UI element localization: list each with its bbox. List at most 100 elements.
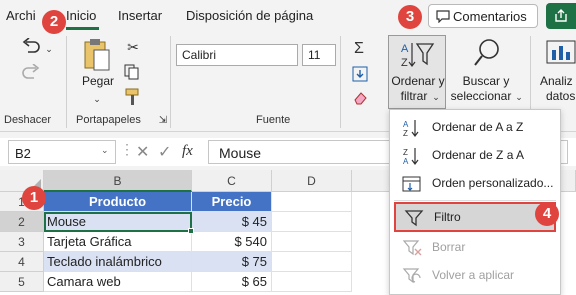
fill-icon[interactable] — [352, 66, 368, 82]
group-label-undo: Deshacer — [4, 114, 52, 126]
comments-button[interactable]: Comentarios — [428, 4, 538, 28]
menu-item-sort-za[interactable]: Z A Ordenar de Z a A — [394, 142, 556, 170]
redo-icon — [22, 64, 40, 79]
row-header[interactable]: 4 — [0, 252, 44, 272]
table-cell-producto[interactable]: Mouse — [44, 212, 192, 232]
sort-za-icon: Z A — [403, 148, 419, 165]
svg-text:Z: Z — [401, 57, 408, 69]
tab-insertar[interactable]: Insertar — [118, 8, 162, 23]
row-header[interactable]: 5 — [0, 272, 44, 292]
menu-item-sort-az[interactable]: A Z Ordenar de A a Z — [394, 114, 556, 142]
group-separator — [66, 36, 67, 128]
svg-text:A: A — [403, 157, 409, 165]
find-label-1[interactable]: Buscar y — [456, 74, 516, 88]
undo-dropdown-icon[interactable]: ⌄ — [40, 40, 58, 58]
group-separator — [340, 36, 341, 128]
copy-icon[interactable] — [124, 64, 140, 80]
analyze-label-2[interactable]: datos — [546, 89, 575, 103]
reapply-icon — [402, 268, 421, 284]
menu-item-label: Ordenar de A a Z — [432, 120, 524, 134]
group-separator — [170, 36, 171, 128]
active-tab-indicator — [66, 27, 99, 30]
paste-icon[interactable] — [82, 38, 112, 72]
callout-badge-3: 3 — [398, 5, 422, 29]
menu-item-label: Filtro — [434, 210, 461, 224]
fill-handle[interactable] — [188, 228, 194, 234]
table-cell-precio[interactable]: $ 540 — [192, 232, 272, 252]
formula-actions: ✕ ✓ fx — [132, 140, 202, 164]
share-button[interactable] — [546, 3, 576, 29]
table-cell-producto[interactable]: Teclado inalámbrico — [44, 252, 192, 272]
menu-item-clear-filter[interactable]: Borrar — [394, 234, 556, 262]
menu-item-reapply[interactable]: Volver a aplicar — [394, 262, 556, 290]
font-name-value: Calibri — [182, 48, 217, 62]
share-icon — [555, 9, 567, 22]
tab-archivo[interactable]: Archi — [6, 8, 36, 23]
table-header-producto[interactable]: Producto — [44, 192, 192, 212]
empty-cell[interactable] — [272, 232, 352, 252]
tab-inicio[interactable]: Inicio — [66, 8, 96, 23]
svg-text:A: A — [403, 120, 409, 129]
sort-filter-menu: A Z Ordenar de A a Z Z A Ordenar de Z a … — [389, 109, 561, 295]
find-label-2[interactable]: seleccionar — [448, 89, 514, 103]
clear-icon[interactable] — [352, 90, 368, 106]
analyze-label-1[interactable]: Analiz — [540, 74, 573, 88]
empty-cell[interactable] — [272, 212, 352, 232]
paste-label[interactable]: Pegar — [82, 74, 114, 88]
table-cell-producto[interactable]: Tarjeta Gráfica — [44, 232, 192, 252]
menu-item-filter[interactable]: Filtro — [394, 202, 556, 232]
name-box-dropdown-icon[interactable]: ⌄ — [101, 145, 109, 156]
ribbon-tab-bar: Archi Inicio Insertar Disposición de pág… — [0, 0, 576, 32]
insert-function-icon[interactable]: fx — [182, 143, 193, 160]
comments-label: Comentarios — [453, 9, 527, 24]
empty-cell[interactable] — [272, 192, 352, 212]
font-size-box[interactable]: 11 — [302, 44, 336, 66]
comment-icon — [436, 10, 450, 23]
menu-item-label: Borrar — [432, 240, 466, 254]
table-cell-precio[interactable]: $ 75 — [192, 252, 272, 272]
sort-filter-label-1: Ordenar y — [391, 74, 445, 88]
callout-badge-4: 4 — [535, 202, 559, 226]
row-header[interactable]: 2 — [0, 212, 44, 232]
clear-filter-icon — [402, 240, 422, 256]
table-cell-precio[interactable]: $ 45 — [192, 212, 272, 232]
table-cell-producto[interactable]: Camara web — [44, 272, 192, 292]
menu-item-label: Ordenar de Z a A — [432, 148, 525, 162]
tab-disposicion-pagina[interactable]: Disposición de página — [186, 8, 313, 23]
sort-filter-button[interactable]: A Z Ordenar y filtrar ⌄ — [388, 35, 446, 109]
row-header[interactable]: 3 — [0, 232, 44, 252]
callout-badge-2: 2 — [42, 10, 66, 34]
name-box[interactable]: B2 ⌄ — [8, 140, 116, 164]
cancel-icon[interactable]: ✕ — [136, 142, 149, 162]
menu-divider — [394, 200, 556, 201]
menu-item-custom-sort[interactable]: Orden personalizado... — [394, 170, 556, 198]
table-header-precio[interactable]: Precio — [192, 192, 272, 212]
formula-input-value: Mouse — [219, 145, 262, 161]
find-icon[interactable] — [472, 38, 502, 70]
empty-cell[interactable] — [272, 252, 352, 272]
analyze-data-icon[interactable] — [546, 40, 576, 66]
format-painter-icon[interactable] — [124, 88, 140, 106]
column-header-b[interactable]: B — [44, 170, 192, 192]
custom-sort-icon — [402, 176, 421, 192]
cut-icon[interactable]: ✂ — [124, 38, 142, 56]
undo-icon[interactable] — [20, 38, 42, 56]
group-label-font: Fuente — [256, 114, 291, 126]
column-header-d[interactable]: D — [272, 170, 352, 192]
font-name-box[interactable]: Calibri — [176, 44, 298, 66]
empty-cell[interactable] — [272, 272, 352, 292]
table-cell-precio[interactable]: $ 65 — [192, 272, 272, 292]
svg-text:Z: Z — [403, 148, 408, 157]
svg-text:Z: Z — [403, 129, 408, 137]
column-header-c[interactable]: C — [192, 170, 272, 192]
font-size-value: 11 — [308, 48, 321, 62]
autosum-icon[interactable]: Σ — [350, 40, 368, 58]
paste-dropdown-icon[interactable]: ⌄ — [88, 90, 106, 108]
filter-icon — [404, 210, 424, 227]
sort-az-icon: A Z — [403, 120, 419, 137]
find-dropdown-icon[interactable]: ⌄ — [510, 88, 528, 106]
name-box-value: B2 — [15, 146, 31, 161]
group-label-clipboard: Portapapeles — [76, 114, 141, 126]
confirm-icon[interactable]: ✓ — [158, 142, 171, 162]
sort-filter-icon: A Z — [401, 43, 435, 69]
